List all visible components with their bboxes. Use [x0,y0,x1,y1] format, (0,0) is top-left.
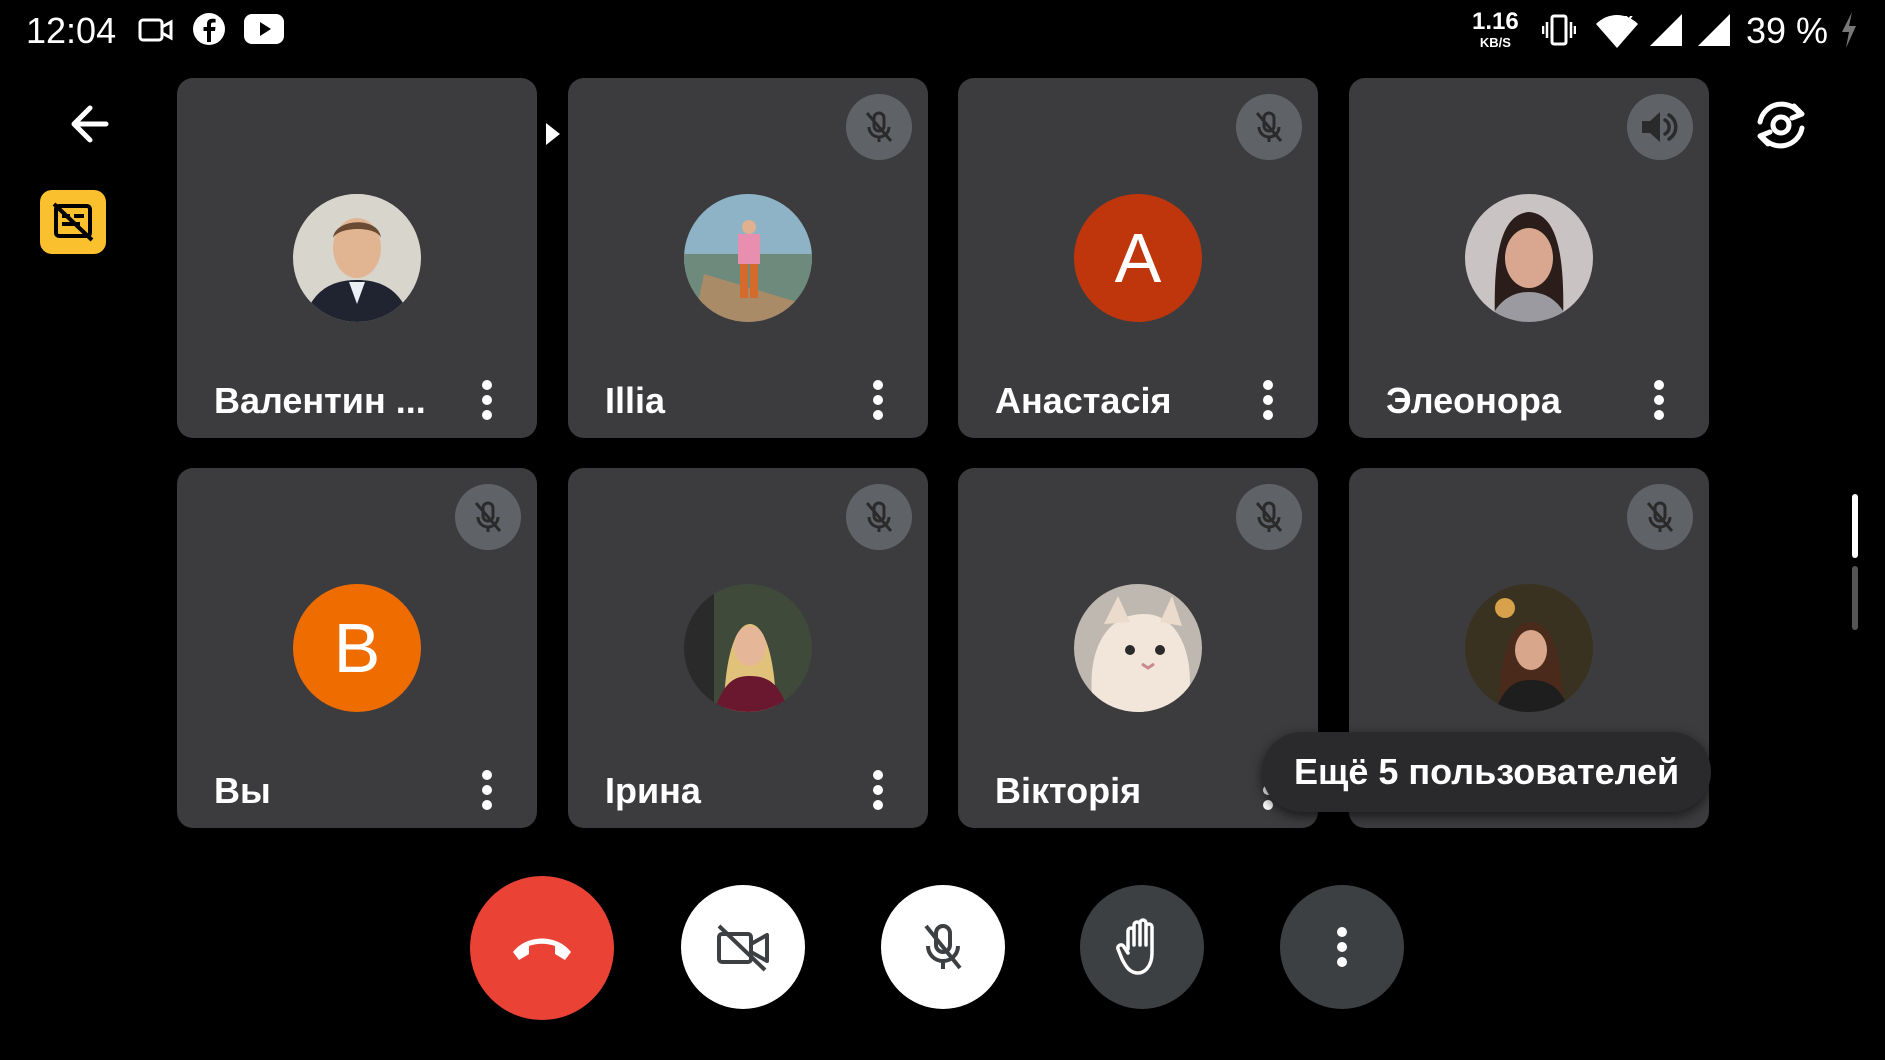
end-call-icon [513,938,571,960]
participant-name: Вікторія [995,770,1142,811]
network-speed: 1.16 KB/S [1472,8,1519,50]
avatar: А [1074,194,1202,322]
speaker-icon [1627,94,1693,160]
participant-tile[interactable]: Ірина [568,468,928,828]
participant-name: Анастасія [995,380,1172,421]
more-vert-icon [873,380,883,420]
speed-unit: KB/S [1479,35,1511,50]
more-vert-icon [482,380,492,420]
avatar [1465,194,1593,322]
camera-toggle-button[interactable] [681,885,805,1009]
participant-menu-button[interactable] [1248,363,1288,433]
mic-off-icon [1627,484,1693,550]
participant-tile[interactable]: В Вы [177,468,537,828]
participant-tile[interactable]: Элеонора [1349,78,1709,438]
charging-icon [1838,10,1860,55]
mic-off-icon [924,924,962,970]
participant-menu-button[interactable] [467,363,507,433]
more-users-button[interactable]: Ещё 5 пользователей [1262,732,1712,812]
participant-tile[interactable]: Illia [568,78,928,438]
status-bar: 12:04 1.16 KB/S x 39 % [0,0,1885,62]
participant-menu-button[interactable] [858,753,898,823]
mic-toggle-button[interactable] [881,885,1005,1009]
wifi-icon: x [1594,12,1640,55]
camera-record-icon [138,14,174,51]
battery-percent: 39 % [1746,10,1829,51]
more-vert-icon [1263,380,1273,420]
back-button[interactable] [62,96,126,152]
mic-off-icon [1236,94,1302,160]
status-time: 12:04 [26,10,117,51]
participant-name: Illia [605,380,666,421]
avatar [684,584,812,712]
avatar [293,194,421,322]
mic-off-icon [846,94,912,160]
participant-tile[interactable]: А Анастасія [958,78,1318,438]
rotate-camera-icon [1757,101,1805,149]
more-vert-icon [482,770,492,810]
participant-name: Вы [214,770,271,811]
signal-icon-2 [1696,12,1732,53]
avatar: В [293,584,421,712]
raise-hand-icon [1116,918,1154,975]
avatar [684,194,812,322]
participant-name: Элеонора [1386,380,1561,421]
vibrate-icon [1541,12,1577,53]
back-arrow-icon [71,105,109,143]
participant-tile[interactable]: Валентин ... [177,78,537,438]
expand-arrow-icon [544,96,562,160]
more-options-icon [1337,927,1347,967]
more-options-button[interactable] [1280,885,1404,1009]
end-call-button[interactable] [470,876,614,1020]
mic-off-icon [455,484,521,550]
scrollbar-thumb[interactable] [1852,494,1858,558]
more-vert-icon [1654,380,1664,420]
facebook-icon [192,12,226,51]
avatar [1074,584,1202,712]
mic-off-icon [1236,484,1302,550]
scrollbar-track[interactable] [1852,566,1858,630]
signal-icon [1648,12,1684,53]
mic-off-icon [846,484,912,550]
captions-off-button[interactable] [40,190,106,254]
raise-hand-button[interactable] [1080,885,1204,1009]
avatar [1465,584,1593,712]
participant-menu-button[interactable] [467,753,507,823]
speed-value: 1.16 [1472,8,1519,35]
participant-name: Валентин ... [214,380,426,421]
participant-menu-button[interactable] [1639,363,1679,433]
switch-camera-button[interactable] [1748,92,1814,158]
svg-text:x: x [1624,12,1633,28]
youtube-icon [244,14,284,49]
camera-off-icon [717,924,769,972]
participant-name: Ірина [605,770,701,811]
captions-off-icon [52,202,94,242]
participant-menu-button[interactable] [858,363,898,433]
more-vert-icon [873,770,883,810]
